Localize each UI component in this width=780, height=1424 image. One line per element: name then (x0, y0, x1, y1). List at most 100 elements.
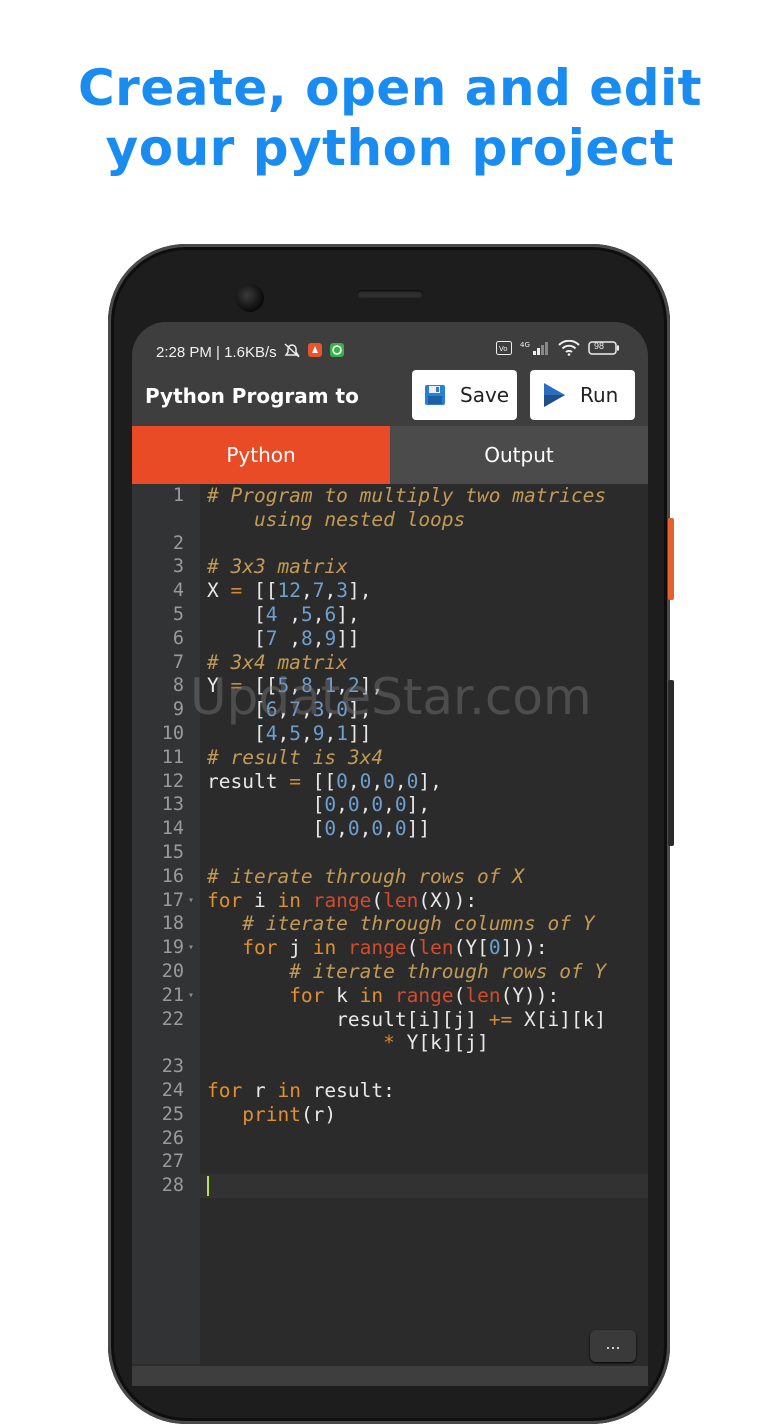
fold-arrow-icon[interactable]: ▾ (188, 984, 194, 1008)
line-number: 23 (161, 1056, 184, 1078)
line-number: 3 (172, 556, 184, 578)
do-not-disturb-icon (283, 342, 301, 362)
code-line-wrap: using nested loops (132, 508, 648, 532)
current-code-line[interactable]: 28 (132, 1174, 648, 1199)
text-cursor (207, 1176, 209, 1197)
code-line: 4X = [[12,7,3], (132, 579, 648, 603)
line-number: 11 (161, 746, 184, 768)
tab-output[interactable]: Output (390, 426, 648, 484)
run-icon (542, 382, 566, 408)
code-comment: # 3x4 matrix (207, 650, 348, 674)
volume-button (668, 680, 674, 846)
code-line: 16 # iterate through rows of X (132, 865, 648, 889)
line-number: 2 (172, 532, 184, 554)
line-number: 28 (161, 1175, 184, 1197)
chat-icon (329, 342, 345, 362)
line-number: 13 (161, 794, 184, 816)
run-button[interactable]: Run (530, 370, 635, 420)
code-line: 15 (132, 841, 648, 865)
more-options-button[interactable]: ... (590, 1330, 636, 1362)
line-number: 19 (161, 937, 184, 959)
line-number: 21 (161, 984, 184, 1006)
status-time-speed: 2:28 PM | 1.6KB/s (156, 343, 277, 361)
run-label: Run (580, 383, 619, 407)
earpiece-speaker (357, 290, 423, 298)
headline: Create, open and edit your python projec… (0, 58, 780, 178)
save-icon (424, 384, 446, 406)
line-number: 5 (172, 603, 184, 625)
network-type: 4G (520, 341, 530, 349)
line-number: 4 (172, 580, 184, 602)
save-label: Save (460, 383, 510, 407)
line-number: 14 (161, 818, 184, 840)
code-line: 9 [6,7,3,0], (132, 698, 648, 722)
code-line: 12 result = [[0,0,0,0], (132, 770, 648, 794)
line-number: 7 (172, 651, 184, 673)
code-line: 22 result[i][j] += X[i][k] (132, 1008, 648, 1032)
code-line: 7 # 3x4 matrix (132, 651, 648, 675)
code-comment: # Program to multiply two matrices (207, 484, 607, 507)
line-number: 25 (161, 1103, 184, 1125)
svg-text:Vo: Vo (499, 345, 508, 353)
code-comment: # 3x3 matrix (207, 555, 348, 579)
line-number: 26 (161, 1127, 184, 1149)
signal-icon: 4G (520, 340, 550, 360)
code-line: 5 [4 ,5,6], (132, 603, 648, 627)
notification-icon (307, 342, 323, 362)
line-number: 1 (172, 485, 184, 506)
line-number: 10 (161, 722, 184, 744)
line-number: 27 (161, 1151, 184, 1173)
project-title: Python Program to (145, 384, 359, 408)
current-line-highlight (200, 1174, 648, 1199)
code-area[interactable]: 1 # Program to multiply two matrices usin… (132, 484, 648, 1199)
headline-line-2: your python project (105, 119, 675, 177)
line-number: 8 (172, 675, 184, 697)
battery-icon: 98 (588, 340, 620, 360)
code-line-wrap: * Y[k][j] (383, 1031, 489, 1055)
tab-python[interactable]: Python (132, 426, 390, 484)
line-number: 24 (161, 1079, 184, 1101)
line-number: 6 (172, 627, 184, 649)
fold-arrow-icon[interactable]: ▾ (188, 889, 194, 913)
code-line: 18 # iterate through columns of Y (132, 912, 648, 936)
line-number: 20 (161, 960, 184, 982)
line-number: 12 (161, 770, 184, 792)
headline-line-1: Create, open and edit (77, 59, 703, 117)
power-button (668, 518, 674, 600)
code-line: 24 for r in result: (132, 1079, 648, 1103)
line-number: 22 (161, 1008, 184, 1030)
line-number: 15 (161, 841, 184, 863)
save-button[interactable]: Save (412, 370, 517, 420)
code-line: 8Y = [[5,8,1,2], (132, 674, 648, 698)
code-line: 25 print(r) (132, 1103, 648, 1127)
line-number: 17 (161, 889, 184, 911)
front-camera (236, 284, 264, 312)
bottom-bar (132, 1366, 648, 1386)
code-line: 27 (132, 1150, 648, 1174)
line-number: 16 (161, 865, 184, 887)
code-line: 23 (132, 1055, 648, 1079)
code-comment: # iterate through rows of Y (289, 959, 607, 983)
editor-tabs: Python Output (132, 426, 648, 484)
battery-level: 98 (594, 341, 605, 351)
code-comment: # iterate through rows of X (207, 864, 524, 888)
code-line: 17 ▾ for i in range(len(X)): (132, 889, 648, 913)
status-bar: 2:28 PM | 1.6KB/s Vo 4G 98 (132, 322, 648, 364)
code-line: 13 [0,0,0,0], (132, 793, 648, 817)
code-line: 2 (132, 532, 648, 556)
code-line: 21 ▾ for k in range(len(Y)): (132, 984, 648, 1008)
code-line: 11 # result is 3x4 (132, 746, 648, 770)
code-line: 10 [4,5,9,1]] (132, 722, 648, 746)
fold-arrow-icon[interactable]: ▾ (188, 936, 194, 960)
code-comment: using nested loops (207, 507, 466, 531)
code-editor[interactable]: 1 # Program to multiply two matrices usin… (132, 484, 648, 1386)
app-toolbar: Python Program to Save Run (132, 364, 648, 426)
code-comment: # iterate through columns of Y (242, 912, 595, 936)
wifi-icon (558, 339, 580, 360)
phone-screen: 2:28 PM | 1.6KB/s Vo 4G 98 Python Progra… (132, 322, 648, 1386)
code-line: 6 [7 ,8,9]] (132, 627, 648, 651)
code-line: 19 ▾ for j in range(len(Y[0])): (132, 936, 648, 960)
code-line: 26 (132, 1127, 648, 1151)
code-line: 3 # 3x3 matrix (132, 555, 648, 579)
code-line: 14 [0,0,0,0]] (132, 817, 648, 841)
